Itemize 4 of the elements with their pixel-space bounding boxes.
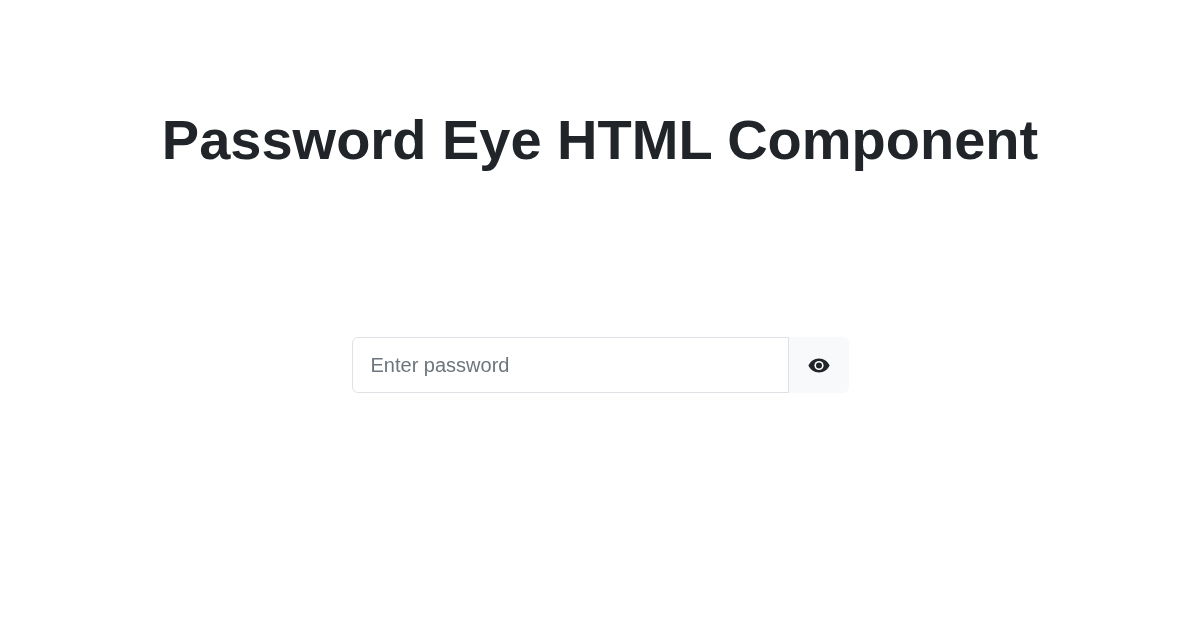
page-title: Password Eye HTML Component [161, 107, 1039, 173]
eye-icon [807, 357, 830, 373]
password-field[interactable]: Enter password [351, 337, 789, 393]
show-password-button[interactable] [788, 337, 849, 393]
